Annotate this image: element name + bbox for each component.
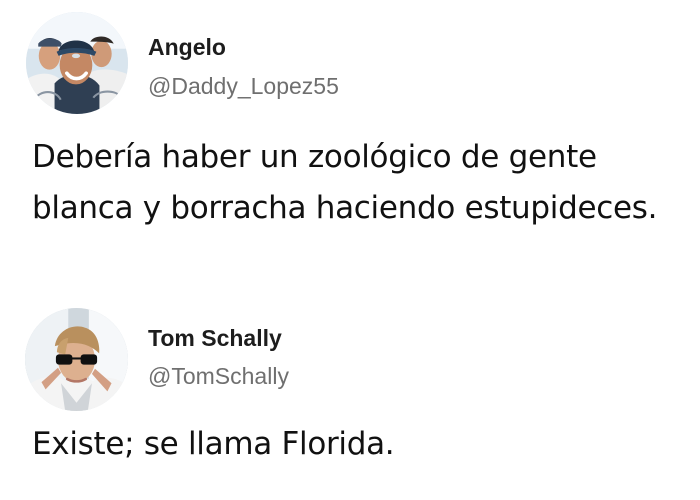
avatar[interactable]: [25, 308, 128, 411]
display-name[interactable]: Tom Schally: [148, 324, 282, 352]
tweet-text: Existe; se llama Florida.: [32, 426, 395, 462]
user-handle[interactable]: @Daddy_Lopez55: [148, 72, 339, 100]
tweet-angelo: Angelo @Daddy_Lopez55 Debería haber un z…: [0, 0, 700, 300]
tweet-tom-schally: Tom Schally @TomSchally Existe; se llama…: [0, 300, 700, 500]
sunglasses-person-avatar-icon: [25, 308, 128, 411]
avatar[interactable]: [26, 12, 128, 114]
display-name[interactable]: Angelo: [148, 33, 226, 61]
group-selfie-avatar-icon: [26, 12, 128, 114]
tweet-text: Debería haber un zoológico de gente blan…: [32, 139, 658, 226]
user-handle[interactable]: @TomSchally: [148, 362, 289, 390]
